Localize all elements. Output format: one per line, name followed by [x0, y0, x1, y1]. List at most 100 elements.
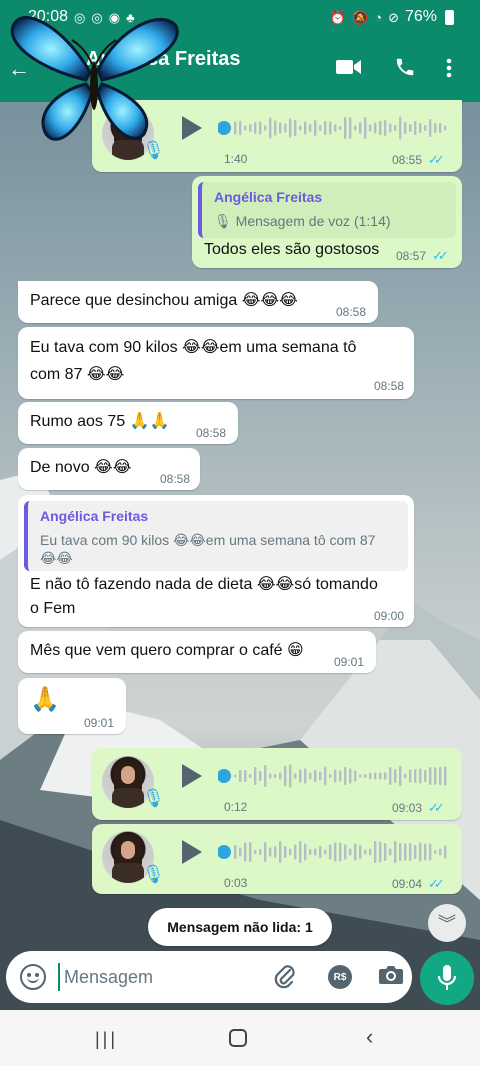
waveform-bar: [404, 774, 407, 778]
alarm-icon: ⏰: [329, 9, 347, 25]
unread-messages-chip[interactable]: Mensagem não lida: 1: [148, 908, 332, 946]
waveform-bar: [289, 764, 292, 788]
waveform-bar: [389, 767, 392, 785]
waveform-bar: [234, 121, 237, 135]
waveform-bar: [314, 770, 317, 782]
mic-icon: 🎙: [142, 864, 165, 884]
waveform-bar: [439, 848, 442, 856]
message-bubble[interactable]: Angélica Freitas Eu tava com 90 kilos 😂😂…: [18, 495, 414, 627]
waveform-bar: [254, 767, 257, 785]
waveform-bar: [429, 843, 432, 861]
waveform-bar: [264, 842, 267, 862]
message-bubble[interactable]: 🙏 09:01: [18, 678, 126, 734]
waveform-bar: [239, 121, 242, 135]
waveform[interactable]: [218, 114, 448, 142]
waveform-bar: [309, 849, 312, 855]
recents-icon[interactable]: |||: [95, 1029, 118, 1050]
waveform-bar: [349, 117, 352, 139]
waveform-bar: [404, 843, 407, 861]
nav-back-icon[interactable]: ‹: [366, 1024, 373, 1050]
more-options-icon[interactable]: [446, 58, 452, 83]
do-not-disturb-icon: ⊘: [388, 9, 399, 25]
waveform-bar: [259, 849, 262, 855]
waveform-bar: [279, 841, 282, 863]
message-time: 09:00: [374, 609, 405, 623]
play-button[interactable]: [182, 840, 202, 864]
waveform-bar: [329, 121, 332, 135]
waveform-bar: [349, 768, 352, 784]
waveform-bar: [394, 841, 397, 863]
message-input[interactable]: [58, 963, 258, 991]
message-time: 09:01: [334, 655, 365, 669]
voice-record-button[interactable]: [420, 951, 474, 1005]
waveform-bar: [359, 774, 362, 778]
waveform-bar: [324, 121, 327, 135]
voice-message[interactable]: 🎙 0:03 09:04 ✓✓: [92, 824, 462, 894]
waveform-bar: [424, 125, 427, 131]
waveform-bar: [344, 117, 347, 139]
quoted-message[interactable]: Angélica Freitas 🎙 Mensagem de voz (1:14…: [198, 182, 456, 238]
waveform-bar: [329, 844, 332, 860]
quoted-message[interactable]: Angélica Freitas Eu tava com 90 kilos 😂😂…: [24, 501, 408, 571]
waveform-bar: [369, 848, 372, 856]
waveform-bar: [429, 767, 432, 785]
camera-icon[interactable]: [378, 963, 404, 992]
waveform-bar: [364, 117, 367, 139]
message-composer: R$: [6, 951, 412, 1003]
attach-icon[interactable]: [274, 963, 296, 995]
message-bubble[interactable]: Rumo aos 75 🙏🙏 08:58: [18, 402, 238, 444]
waveform-bar: [234, 774, 237, 778]
waveform-bar: [434, 850, 437, 854]
phone-icon[interactable]: [394, 56, 416, 83]
message-bubble[interactable]: De novo 😂😂 08:58: [18, 448, 200, 490]
waveform-bar: [319, 771, 322, 781]
waveform-bar: [444, 766, 447, 786]
waveform-bar: [414, 845, 417, 859]
waveform-bar: [374, 841, 377, 863]
waveform-bar: [289, 118, 292, 138]
waveform-bar: [269, 117, 272, 139]
voice-duration: 0:03: [224, 876, 248, 890]
message-bubble[interactable]: Parece que desinchou amiga 😂😂😂 08:58: [18, 281, 378, 323]
wifi-icon: ◔: [374, 9, 383, 25]
waveform[interactable]: [218, 762, 448, 790]
waveform-bar: [314, 120, 317, 136]
waveform-bar: [349, 848, 352, 856]
waveform-bar: [444, 845, 447, 859]
message-bubble[interactable]: Mês que vem quero comprar o café 😁 09:01: [18, 631, 376, 673]
message-time: 08:58: [160, 472, 191, 486]
play-button[interactable]: [182, 116, 202, 140]
waveform-bar: [364, 774, 367, 778]
message-bubble[interactable]: Eu tava com 90 kilos 😂😂em uma semana tô …: [18, 327, 414, 399]
waveform-bar: [359, 122, 362, 134]
waveform-bar: [294, 844, 297, 860]
message-bubble[interactable]: Angélica Freitas 🎙 Mensagem de voz (1:14…: [192, 176, 462, 268]
message-text: Eu tava com 90 kilos 😂😂em uma semana tô: [30, 339, 357, 356]
waveform-bar: [404, 122, 407, 134]
waveform-bar: [244, 125, 247, 131]
payment-icon[interactable]: R$: [328, 965, 352, 989]
waveform-bar: [354, 843, 357, 861]
waveform-bar: [239, 847, 242, 857]
waveform-bar: [344, 767, 347, 785]
message-text: o Fem: [30, 600, 76, 617]
waveform-bar: [414, 121, 417, 135]
home-icon[interactable]: [229, 1029, 247, 1047]
play-button[interactable]: [182, 764, 202, 788]
message-time: 09:03 ✓✓: [392, 800, 445, 815]
read-ticks-icon: ✓✓: [432, 248, 449, 263]
waveform[interactable]: [218, 838, 448, 866]
voice-message[interactable]: 🎙 0:12 09:03 ✓✓: [92, 748, 462, 820]
message-time: 08:58: [196, 426, 227, 440]
waveform-bar: [269, 773, 272, 779]
waveform-bar: [304, 121, 307, 135]
waveform-bar: [284, 123, 287, 133]
read-ticks-icon: ✓✓: [428, 876, 445, 891]
waveform-bar: [319, 846, 322, 858]
scroll-to-bottom-button[interactable]: ︾: [428, 904, 466, 942]
emoji-icon[interactable]: [20, 964, 46, 990]
message-text: Mês que vem quero comprar o café 😁: [30, 642, 304, 659]
video-call-icon[interactable]: [336, 58, 362, 81]
waveform-bar: [419, 123, 422, 133]
waveform-bar: [409, 843, 412, 861]
